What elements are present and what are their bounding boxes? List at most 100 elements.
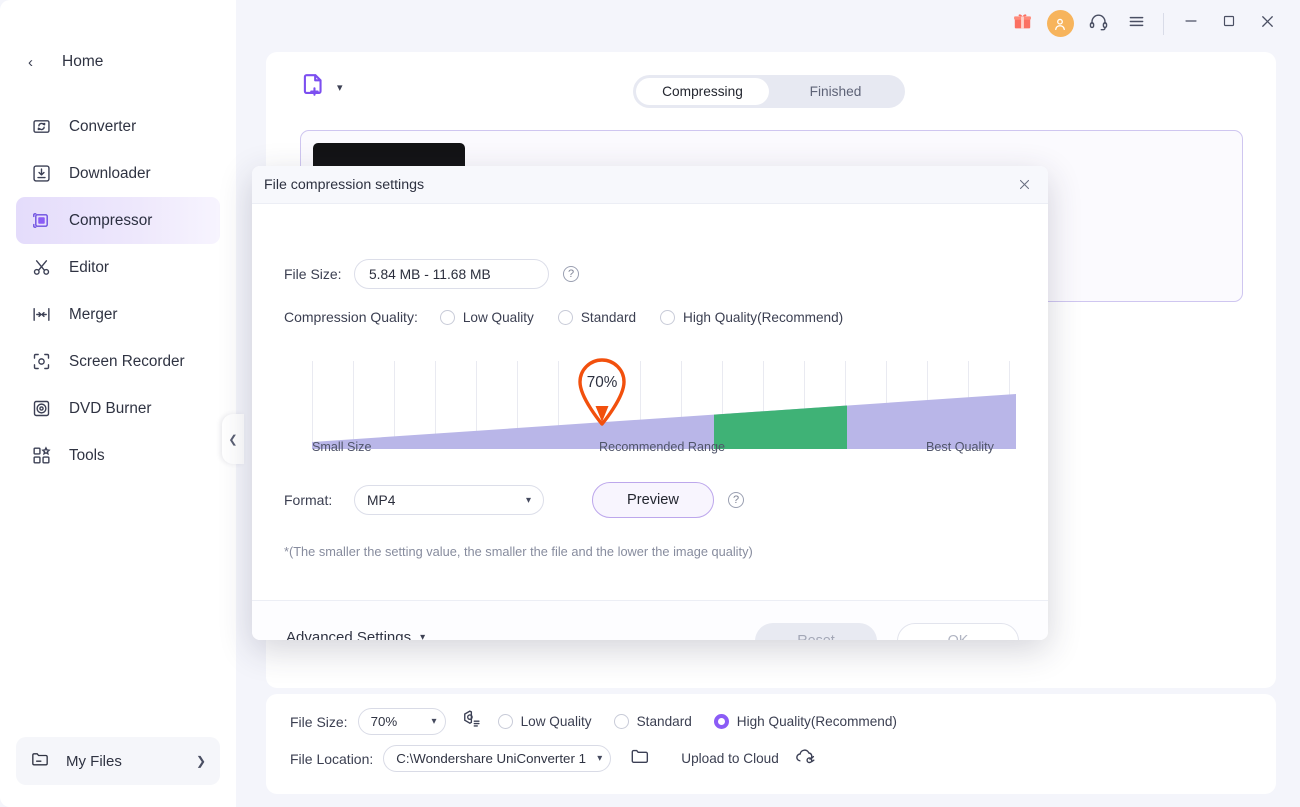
sidebar-item-label: DVD Burner [69, 400, 151, 418]
menu-icon [1126, 11, 1147, 37]
radio-label: High Quality(Recommend) [683, 310, 843, 325]
add-file-button[interactable]: ▾ [300, 71, 343, 104]
maximize-button[interactable] [1210, 5, 1248, 43]
preview-button[interactable]: Preview [592, 482, 714, 518]
sidebar-item-converter[interactable]: Converter [16, 103, 220, 150]
advanced-settings-toggle[interactable]: Advanced Settings ▾ [286, 629, 425, 640]
close-icon [1257, 11, 1278, 37]
chevron-down-icon: ▾ [420, 632, 425, 640]
folder-open-icon [629, 745, 651, 772]
chevron-left-icon: ‹ [28, 55, 44, 70]
dialog-body: File Size: 5.84 MB - 11.68 MB ? Compress… [252, 204, 1048, 600]
menu-button[interactable] [1117, 5, 1155, 43]
sidebar-home-label: Home [62, 53, 103, 71]
app-window: ‹ Home Converter [0, 0, 1300, 807]
sidebar-item-editor[interactable]: Editor [16, 244, 220, 291]
bottom-quality-option-high[interactable]: High Quality(Recommend) [714, 714, 897, 729]
dvd-icon [30, 397, 53, 420]
file-size-select-value: 70% [371, 714, 398, 729]
ok-button[interactable]: OK [897, 623, 1019, 640]
add-file-icon [300, 71, 328, 104]
compressor-icon [30, 209, 53, 232]
radio-standard[interactable] [558, 310, 573, 325]
browse-folder-button[interactable] [629, 745, 651, 772]
scissors-icon [30, 256, 53, 279]
close-button[interactable] [1248, 5, 1286, 43]
panel-header: ▾ Compressing Finished [266, 52, 1276, 128]
sidebar-my-files-label: My Files [66, 753, 196, 770]
sidebar-item-compressor[interactable]: Compressor [16, 197, 220, 244]
file-compression-settings-dialog: File compression settings File Size: 5.8… [252, 166, 1048, 640]
sidebar-item-label: Compressor [69, 212, 152, 230]
dialog-header: File compression settings [252, 166, 1048, 204]
account-button[interactable] [1041, 5, 1079, 43]
support-button[interactable] [1079, 5, 1117, 43]
chevron-down-icon: ▾ [337, 81, 343, 94]
radio-label: Low Quality [463, 310, 534, 325]
sidebar-item-dvd-burner[interactable]: DVD Burner [16, 385, 220, 432]
tab-finished[interactable]: Finished [769, 78, 902, 105]
quality-slider[interactable]: Small Size Recommended Range Best Qualit… [312, 361, 1016, 451]
upload-to-cloud-button[interactable] [793, 744, 817, 773]
file-location-select[interactable]: C:\Wondershare UniConverter 1 ▾ [383, 745, 611, 772]
minimize-button[interactable] [1172, 5, 1210, 43]
help-icon[interactable]: ? [563, 266, 579, 282]
radio-high-quality[interactable] [660, 310, 675, 325]
file-size-select[interactable]: 70% ▾ [358, 708, 446, 735]
reset-button[interactable]: Reset [755, 623, 877, 640]
slider-recommended-band [714, 406, 847, 450]
sidebar-item-downloader[interactable]: Downloader [16, 150, 220, 197]
avatar [1047, 10, 1074, 37]
radio-low-quality[interactable] [440, 310, 455, 325]
slider-caption-right: Best Quality [926, 440, 994, 454]
sidebar-home[interactable]: ‹ Home [0, 44, 236, 80]
format-label: Format: [284, 492, 346, 508]
dialog-quality-option-high[interactable]: High Quality(Recommend) [660, 310, 843, 325]
format-select-value: MP4 [367, 493, 395, 508]
sidebar-item-label: Converter [69, 118, 136, 136]
gift-button[interactable] [1003, 5, 1041, 43]
dialog-file-size-label: File Size: [284, 266, 346, 282]
tab-compressing[interactable]: Compressing [636, 78, 769, 105]
file-size-input[interactable]: 5.84 MB - 11.68 MB [354, 259, 549, 289]
sidebar-item-screen-recorder[interactable]: Screen Recorder [16, 338, 220, 385]
bottom-quality-option-standard[interactable]: Standard [614, 714, 692, 729]
format-select[interactable]: MP4 ▾ [354, 485, 544, 515]
sidebar-nav: Converter Downloader [16, 103, 220, 479]
folder-icon [30, 749, 50, 774]
sidebar-collapse-button[interactable]: ❮ [222, 414, 244, 464]
dialog-close-button[interactable] [1000, 166, 1048, 204]
compression-settings-button[interactable] [460, 708, 482, 735]
advanced-settings-label: Advanced Settings [286, 629, 411, 640]
slider-caption-left: Small Size [312, 440, 372, 454]
dialog-quality-option-low[interactable]: Low Quality [440, 310, 534, 325]
screen-recorder-icon [30, 350, 53, 373]
radio-label: Standard [637, 714, 692, 729]
sidebar-item-merger[interactable]: Merger [16, 291, 220, 338]
compression-settings-icon [460, 708, 482, 735]
sidebar-my-files[interactable]: My Files ❯ [16, 737, 220, 785]
sidebar-item-tools[interactable]: Tools [16, 432, 220, 479]
radio-low-quality[interactable] [498, 714, 513, 729]
toolbar-divider [1163, 13, 1164, 35]
headset-icon [1088, 11, 1109, 37]
compression-quality-label: Compression Quality: [284, 309, 418, 325]
dialog-quality-option-standard[interactable]: Standard [558, 310, 636, 325]
upload-to-cloud-label[interactable]: Upload to Cloud [681, 751, 779, 766]
file-location-value: C:\Wondershare UniConverter 1 [396, 751, 586, 766]
title-bar [236, 0, 1300, 47]
radio-label: Standard [581, 310, 636, 325]
radio-high-quality[interactable] [714, 714, 729, 729]
sidebar-item-label: Screen Recorder [69, 353, 185, 371]
help-icon[interactable]: ? [728, 492, 744, 508]
chevron-right-icon: ❯ [196, 754, 206, 768]
chevron-down-icon: ▾ [526, 495, 531, 506]
bottom-quality-option-low[interactable]: Low Quality [498, 714, 592, 729]
dialog-title: File compression settings [264, 177, 424, 193]
dialog-file-size-row: File Size: 5.84 MB - 11.68 MB ? [284, 259, 579, 289]
dialog-footer: Advanced Settings ▾ Reset OK [252, 600, 1048, 640]
tools-icon [30, 444, 53, 467]
gift-icon [1012, 11, 1033, 37]
radio-standard[interactable] [614, 714, 629, 729]
sidebar-item-label: Tools [69, 447, 105, 465]
